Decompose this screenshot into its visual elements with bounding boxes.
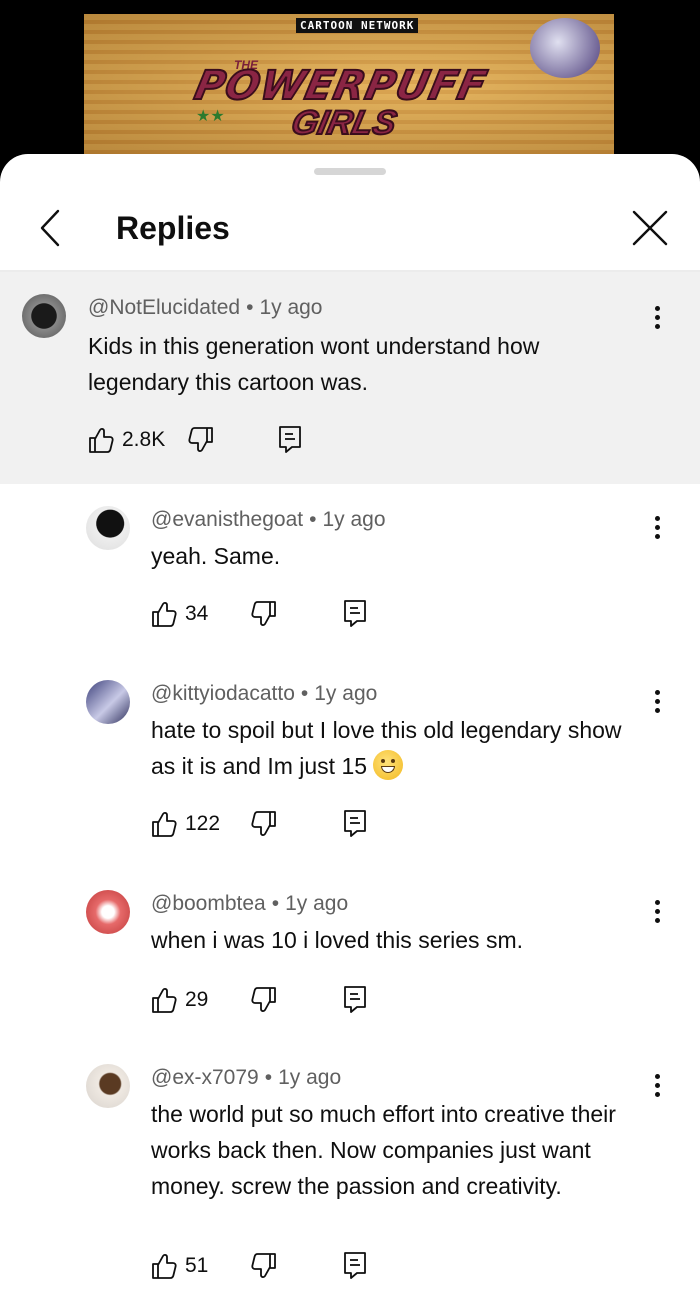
- comment-actions: 34: [151, 594, 411, 634]
- comment-actions: 51: [151, 1246, 411, 1286]
- comment-time: 1y ago: [259, 296, 323, 319]
- thumbs-up-icon: [152, 988, 177, 1013]
- comment-text: Kids in this generation wont understand …: [88, 333, 540, 395]
- like-count: 51: [185, 1254, 209, 1277]
- avatar[interactable]: [86, 680, 130, 724]
- reply-item: @evanisthegoat • 1y ago yeah. Same. 34: [0, 494, 700, 654]
- show-title-line1: POWERPUFF: [190, 62, 493, 110]
- comment-author[interactable]: @ex-x7079: [151, 1066, 259, 1089]
- thumbs-up-icon: [152, 812, 177, 837]
- avatar[interactable]: [86, 1064, 130, 1108]
- like-button[interactable]: 34: [151, 594, 208, 634]
- chevron-left-icon: [40, 209, 60, 247]
- like-count: 29: [185, 988, 209, 1011]
- like-button[interactable]: 51: [151, 1246, 208, 1286]
- avatar[interactable]: [86, 506, 130, 550]
- character-image: [530, 18, 600, 78]
- dislike-button[interactable]: [251, 1246, 277, 1286]
- reply-button[interactable]: [343, 594, 367, 634]
- reply-icon: [279, 426, 301, 453]
- like-button[interactable]: 29: [151, 980, 208, 1020]
- reply-icon: [344, 1252, 366, 1279]
- comment-meta: @evanisthegoat • 1y ago: [151, 508, 386, 531]
- parent-comment: @NotElucidated • 1y ago Kids in this gener…: [0, 272, 700, 484]
- reply-item: @boombtea • 1y ago when i was 10 i loved t…: [0, 878, 700, 1038]
- grinning-face-emoji: [373, 750, 404, 780]
- like-count: 34: [185, 602, 209, 625]
- thumbs-down-icon: [251, 811, 276, 836]
- like-button[interactable]: 122: [151, 804, 220, 844]
- reply-button[interactable]: [278, 420, 302, 460]
- comment-author[interactable]: @boombtea: [151, 892, 266, 915]
- comment-author[interactable]: @kittyiodacatto: [151, 682, 295, 705]
- comment-actions: 29: [151, 980, 411, 1020]
- comment-author[interactable]: @NotElucidated: [88, 296, 240, 319]
- comment-meta: @boombtea • 1y ago: [151, 892, 349, 915]
- avatar[interactable]: [86, 890, 130, 934]
- replies-sheet: Replies @NotElucidated • 1y ago Kids in th…: [0, 154, 700, 1296]
- comment-text: the world put so much effort into creati…: [151, 1101, 616, 1199]
- close-icon: [632, 210, 668, 246]
- thumbs-down-icon: [251, 601, 276, 626]
- comment-time: 1y ago: [278, 1066, 342, 1089]
- more-options-button[interactable]: [645, 302, 669, 338]
- comment-time: 1y ago: [285, 892, 349, 915]
- stars-decoration: ★★: [196, 108, 225, 125]
- cartoon-network-logo: CARTOON NETWORK: [296, 18, 419, 33]
- comment-author[interactable]: @evanisthegoat: [151, 508, 303, 531]
- reply-button[interactable]: [343, 1246, 367, 1286]
- thumbs-up-icon: [152, 602, 177, 627]
- comment-text: hate to spoil but I love this old legend…: [151, 712, 651, 784]
- reply-icon: [344, 986, 366, 1013]
- replies-header: Replies: [0, 184, 700, 270]
- drag-handle[interactable]: [314, 168, 386, 175]
- video-thumbnail: CARTOON NETWORK THE POWERPUFF ★★ GIRLS: [84, 14, 614, 154]
- page-title: Replies: [116, 210, 230, 246]
- comment-meta: @kittyiodacatto • 1y ago: [151, 682, 378, 705]
- dislike-button[interactable]: [251, 980, 277, 1020]
- reply-item: @kittyiodacatto • 1y ago hate to spoil but…: [0, 668, 700, 868]
- reply-button[interactable]: [343, 804, 367, 844]
- thumbs-down-icon: [251, 1253, 276, 1278]
- thumbs-down-icon: [188, 427, 213, 452]
- thumbs-up-icon: [89, 428, 114, 453]
- comment-meta: @ex-x7079 • 1y ago: [151, 1066, 342, 1089]
- reply-icon: [344, 600, 366, 627]
- comment-time: 1y ago: [314, 682, 378, 705]
- comment-text: when i was 10 i loved this series sm.: [151, 927, 523, 953]
- like-button[interactable]: 2.8K: [88, 420, 165, 460]
- comment-time: 1y ago: [322, 508, 386, 531]
- reply-button[interactable]: [343, 980, 367, 1020]
- like-count: 2.8K: [122, 428, 166, 451]
- thumbs-down-icon: [251, 987, 276, 1012]
- dislike-button[interactable]: [251, 804, 277, 844]
- show-title-line2: GIRLS: [287, 103, 401, 143]
- thumbs-up-icon: [152, 1254, 177, 1279]
- avatar[interactable]: [22, 294, 66, 338]
- back-button[interactable]: [34, 208, 70, 248]
- dislike-button[interactable]: [188, 420, 214, 460]
- comment-actions: 2.8K: [88, 420, 388, 460]
- comment-meta: @NotElucidated • 1y ago: [88, 296, 323, 319]
- dislike-button[interactable]: [251, 594, 277, 634]
- reply-icon: [344, 810, 366, 837]
- close-button[interactable]: [628, 206, 672, 250]
- like-count: 122: [185, 812, 221, 835]
- reply-item: @ex-x7079 • 1y ago the world put so much e…: [0, 1052, 700, 1296]
- comment-actions: 122: [151, 804, 411, 844]
- comment-text: yeah. Same.: [151, 543, 281, 569]
